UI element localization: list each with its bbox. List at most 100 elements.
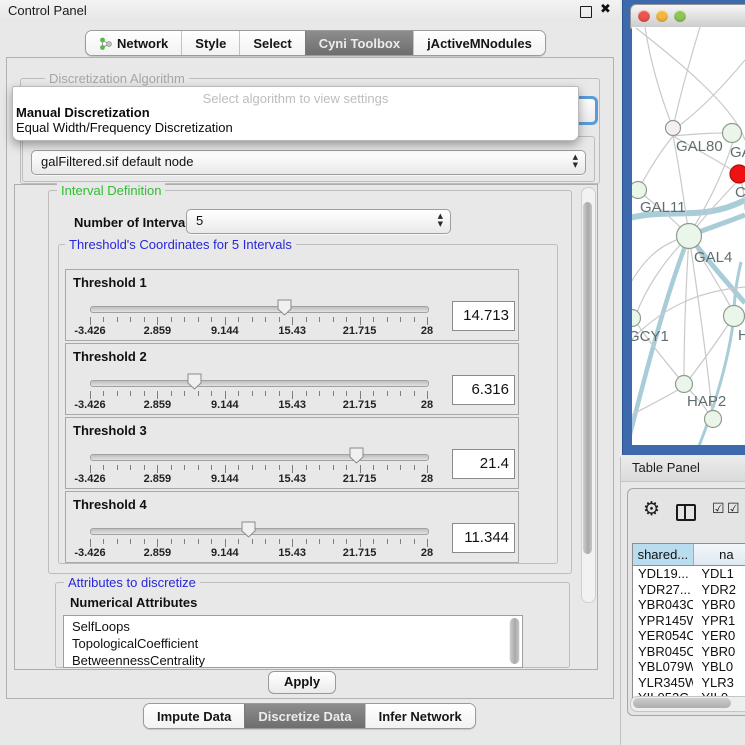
tick-label: 28 [421,399,433,411]
gear-icon[interactable]: ⚙ [643,500,660,519]
network-node-c[interactable] [730,165,745,183]
threshold-slider-thumb[interactable] [349,447,364,469]
table-cell: YLR345W [633,675,693,691]
threshold-slider-track[interactable] [90,380,429,387]
network-node-gcy1[interactable] [632,310,641,327]
network-edge[interactable] [632,238,682,300]
minor-tick [414,317,415,322]
threshold-slider-track[interactable] [90,454,429,461]
minor-tick [103,391,104,396]
minor-tick [238,391,239,396]
threshold-value-field[interactable]: 21.4 [452,449,515,479]
network-edge[interactable] [642,136,673,183]
attribute-list-item[interactable]: TopologicalCoefficient [64,635,522,652]
minimize-traffic-light-icon[interactable] [656,10,668,22]
minor-tick [373,391,374,396]
network-node-gal80[interactable] [666,121,681,136]
major-tick [90,539,91,547]
tab-label: Impute Data [157,709,231,724]
tab-infer-network[interactable]: Infer Network [365,704,475,728]
major-tick [427,539,428,547]
number-of-intervals-combobox[interactable]: 5 ▲▼ [186,209,451,234]
threshold-value-field[interactable]: 6.316 [452,375,515,405]
tab-impute-data[interactable]: Impute Data [144,704,244,728]
attributes-scrollbar-thumb[interactable] [510,618,519,664]
threshold-slider-track[interactable] [90,306,429,313]
threshold-slider-thumb[interactable] [277,299,292,321]
network-node-gal11[interactable] [632,182,647,199]
network-window-titlebar[interactable] [630,4,745,29]
network-node-gal4[interactable] [677,224,702,249]
table-cell: YDR27... [633,582,693,598]
table-row[interactable]: YPR145WYPR1 [633,613,745,629]
major-tick [360,391,361,399]
table-cell: YBR0 [693,644,745,660]
major-tick [360,317,361,325]
float-window-icon[interactable] [580,6,592,18]
table-cell: YDL1 [693,566,745,582]
settings-vertical-scrollbar[interactable] [581,187,596,603]
panel-divider [620,457,621,745]
threshold-slider-thumb[interactable] [241,521,256,543]
tick-label: 9.144 [211,325,239,337]
network-edge[interactable] [690,316,734,378]
network-edge[interactable] [673,133,723,136]
zoom-traffic-light-icon[interactable] [674,10,686,22]
minor-tick [265,539,266,544]
network-edge[interactable] [684,236,689,376]
dropdown-item-equal-width-frequency[interactable]: Equal Width/Frequency Discretization [16,120,233,135]
tab-cyni-toolbox[interactable]: Cyni Toolbox [305,31,413,55]
numerical-attributes-list[interactable]: SelfLoopsTopologicalCoefficientBetweenne… [63,615,523,668]
table-row[interactable]: YER054CYER0 [633,628,745,644]
tab-select[interactable]: Select [239,31,304,55]
settings-scrollbar-thumb[interactable] [583,202,592,554]
network-graph[interactable]: GAL80GACGAL11GAL4GCY1HHAP2 [632,27,745,445]
close-window-icon[interactable]: ✖ [600,2,611,17]
table-panel-title: Table Panel [632,460,700,475]
apply-button[interactable]: Apply [268,671,336,694]
minor-tick [171,539,172,544]
network-node[interactable] [705,411,722,428]
tab-network[interactable]: Network [86,31,181,55]
table-row[interactable]: YBL079WYBL0 [633,659,745,675]
network-edge[interactable] [636,28,745,140]
column-header-2[interactable]: na [694,544,745,565]
network-edge[interactable] [645,27,673,128]
attributes-list-scrollbar[interactable] [509,618,520,664]
attribute-list-item[interactable]: SelfLoops [64,618,522,635]
column-header-1[interactable]: shared... [633,544,694,565]
network-icon [99,37,112,50]
threshold-slider-thumb[interactable] [187,373,202,395]
table-row[interactable]: YDL19...YDL1 [633,566,745,582]
table-row[interactable]: YBR043CYBR0 [633,597,745,613]
close-traffic-light-icon[interactable] [638,10,650,22]
node-attribute-table: shared...na YDL19...YDL1YDR27...YDR2YBR0… [632,543,745,699]
threshold-slider-track[interactable] [90,528,429,535]
threshold-value-field[interactable]: 11.344 [452,523,515,553]
tab-discretize-data[interactable]: Discretize Data [244,704,364,728]
table-scrollbar-thumb[interactable] [633,698,731,708]
network-edge[interactable] [680,60,745,125]
threshold-panel-2: Threshold 2-3.4262.8599.14415.4321.71528… [65,343,519,415]
table-horizontal-scrollbar[interactable] [630,696,745,712]
attribute-list-item[interactable]: BetweennessCentrality [64,652,522,668]
minor-tick [333,391,334,396]
network-node-h[interactable] [724,306,745,327]
major-tick [292,317,293,325]
table-data-combobox[interactable]: galFiltered.sif default node ▲▼ [31,150,586,175]
node-label: C [735,184,745,201]
column-layout-icon[interactable] [676,504,696,521]
tab-style[interactable]: Style [181,31,239,55]
table-row[interactable]: YBR045CYBR0 [633,644,745,660]
checkbox-checked-icon[interactable]: ☑ [712,501,725,517]
dropdown-item-manual-discretization[interactable]: Manual Discretization [16,105,150,120]
tab-jactivemnodules[interactable]: jActiveMNodules [413,31,545,55]
network-node-hap2[interactable] [676,376,693,393]
checkbox-checked-icon[interactable]: ☑ [727,501,740,517]
network-canvas[interactable]: GAL80GACGAL11GAL4GCY1HHAP2 [632,27,745,445]
table-row[interactable]: YLR345WYLR3 [633,675,745,691]
threshold-value-field[interactable]: 14.713 [452,301,515,331]
network-node-ga[interactable] [723,124,742,143]
table-row[interactable]: YDR27...YDR2 [633,582,745,598]
minor-tick [346,317,347,322]
